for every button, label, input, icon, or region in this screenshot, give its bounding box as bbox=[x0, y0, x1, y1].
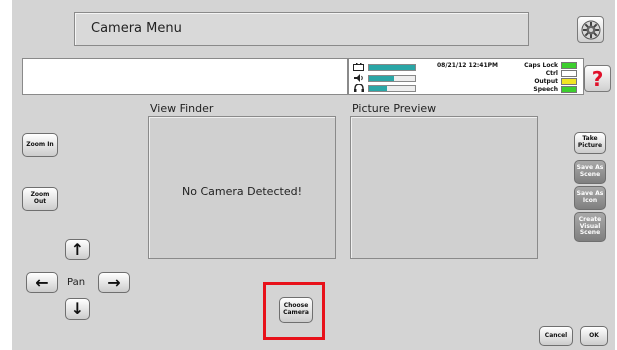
output-indicator: Output bbox=[534, 78, 577, 85]
ok-button[interactable]: OK bbox=[580, 326, 608, 346]
volume-meter bbox=[353, 74, 416, 82]
arrow-right-icon: → bbox=[107, 272, 121, 292]
pan-label: Pan bbox=[67, 277, 86, 288]
picture-preview-label: Picture Preview bbox=[352, 102, 437, 115]
help-button[interactable]: ? bbox=[584, 65, 611, 92]
picture-preview-panel bbox=[350, 116, 538, 259]
message-box bbox=[22, 58, 348, 95]
save-as-icon-button[interactable]: Save As Icon bbox=[574, 186, 606, 210]
datetime-readout: 08/21/12 12:41PM bbox=[437, 62, 498, 69]
arrow-up-icon: ↑ bbox=[70, 239, 85, 259]
take-picture-button[interactable]: Take Picture bbox=[574, 132, 606, 154]
output-swatch bbox=[561, 78, 577, 85]
speech-swatch bbox=[561, 86, 577, 93]
battery-meter bbox=[353, 63, 416, 71]
pan-up-button[interactable]: ↑ bbox=[65, 239, 90, 260]
cancel-button[interactable]: Cancel bbox=[539, 326, 573, 346]
ctrl-indicator: Ctrl bbox=[546, 70, 577, 77]
zoom-out-button[interactable]: Zoom Out bbox=[22, 187, 58, 211]
headphone-meter bbox=[353, 84, 416, 92]
status-panel: 08/21/12 12:41PM Caps Lock Ctrl Output S… bbox=[348, 58, 584, 95]
arrow-down-icon: ↓ bbox=[70, 299, 85, 318]
caps-lock-indicator: Caps Lock bbox=[524, 62, 577, 69]
caps-lock-swatch bbox=[561, 62, 577, 69]
save-as-scene-button[interactable]: Save As Scene bbox=[574, 160, 606, 184]
speaker-icon bbox=[354, 74, 363, 82]
pan-right-button[interactable]: → bbox=[98, 272, 130, 293]
view-finder-label: View Finder bbox=[150, 102, 214, 115]
speech-indicator: Speech bbox=[533, 86, 577, 93]
pan-left-button[interactable]: ← bbox=[26, 272, 58, 293]
zoom-in-button[interactable]: Zoom In bbox=[22, 133, 58, 157]
battery-icon bbox=[353, 63, 364, 71]
camera-menu-window: Camera Menu 08/21/12 12:41PM Caps Lock C… bbox=[12, 0, 615, 350]
gear-icon bbox=[581, 20, 600, 39]
ctrl-swatch bbox=[561, 70, 577, 77]
create-visual-scene-button[interactable]: Create Visual Scene bbox=[574, 212, 606, 242]
choose-camera-button[interactable]: Choose Camera bbox=[279, 297, 313, 323]
no-camera-message: No Camera Detected! bbox=[182, 185, 302, 198]
page-title: Camera Menu bbox=[91, 21, 182, 36]
settings-button[interactable] bbox=[577, 16, 604, 43]
pan-down-button[interactable]: ↓ bbox=[65, 298, 90, 320]
question-icon: ? bbox=[591, 66, 604, 91]
headphones-icon bbox=[354, 84, 364, 92]
arrow-left-icon: ← bbox=[35, 272, 49, 292]
title-bar: Camera Menu bbox=[74, 12, 529, 46]
view-finder-panel: No Camera Detected! bbox=[148, 116, 336, 259]
